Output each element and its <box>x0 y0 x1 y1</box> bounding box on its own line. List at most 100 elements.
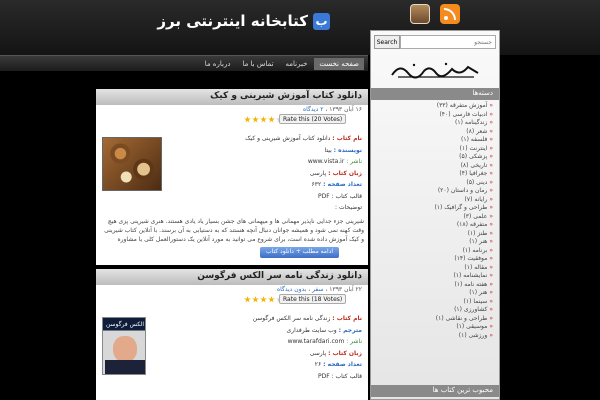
star-icon[interactable] <box>260 296 267 303</box>
book-cover-image[interactable] <box>102 137 162 191</box>
field-label: نویسنده : <box>333 146 362 154</box>
category-item[interactable]: تاریخی (۸) <box>371 162 499 171</box>
field-label: نام کتاب : <box>332 315 362 322</box>
nav-about[interactable]: درباره ما <box>200 58 236 70</box>
category-item[interactable]: فلسفه (۱) <box>371 136 499 145</box>
search-form: Search <box>371 35 499 49</box>
field-value: زندگی نامه سر الکس فرگوسن <box>252 315 331 322</box>
field-value: www.tarafdari.com <box>287 338 345 345</box>
category-item[interactable]: رمان و داستان (۲۰) <box>371 187 499 196</box>
book-cover-image[interactable]: الکس فرگوسن <box>102 317 146 375</box>
logo-badge-icon: ب <box>313 12 330 30</box>
site-title: کتابخانه اینترنتی برز <box>157 12 308 30</box>
category-item[interactable]: برنامه (۱) <box>371 247 499 256</box>
field-value: ۲۶ <box>314 361 322 368</box>
field-value: وب سایت طرفداری <box>286 326 337 334</box>
post-description: شیرینی جزء جدایی ناپذیر مهمانی ها و میهم… <box>104 218 364 243</box>
star-icon[interactable] <box>268 296 275 303</box>
star-icon[interactable] <box>244 116 251 123</box>
star-icon[interactable] <box>244 296 251 303</box>
category-item[interactable]: دینی (۵) <box>371 179 499 188</box>
category-item[interactable]: طنز (۱) <box>371 230 499 239</box>
field-label: ناشر : <box>346 158 362 165</box>
field-value: دانلود کتاب آموزش شیرینی و کیک <box>245 135 331 142</box>
nav-contact[interactable]: تماس با ما <box>237 58 278 70</box>
field-value: پارسی <box>309 349 327 357</box>
post-meta: ۲۲ آبان ۱۳۹۳ ، سفر ، بدون دیدگاه <box>277 286 362 293</box>
category-item[interactable]: کشاورزی (۱) <box>371 306 499 315</box>
field-value: PDF <box>317 372 330 380</box>
rate-button[interactable]: Rate this (18 Votes) <box>279 294 347 304</box>
categories-list: آموزش متفرقه (۳۳)ادبیات فارسی (۴۰)زندگین… <box>371 102 499 340</box>
category-item[interactable]: سینما (۱) <box>371 298 499 307</box>
rating-row: Rate this (18 Votes) <box>96 294 368 305</box>
star-icon[interactable] <box>268 116 275 123</box>
post-title[interactable]: دانلود زندگی نامه سر الکس فرگوسن <box>96 269 368 285</box>
post-title[interactable]: دانلود کتاب آموزش شیرینی و کیک <box>96 89 368 105</box>
sidebar: Search دسته‌ها آموزش متفرقه (۳۳)ادبیات ف… <box>370 30 500 400</box>
category-item[interactable]: طراحی و نقاشی (۱) <box>371 315 499 324</box>
category-item[interactable]: شعر (۸) <box>371 128 499 137</box>
category-item[interactable]: طراحی و گرافیک (۱) <box>371 204 499 213</box>
portrait-face <box>113 336 137 362</box>
site-logo[interactable]: ب کتابخانه اینترنتی برز <box>157 12 330 30</box>
category-item[interactable]: پزشکی (۵) <box>371 153 499 162</box>
field-value: ۶۳۲ <box>311 181 322 188</box>
rss-icon[interactable] <box>440 4 460 24</box>
category-item[interactable]: رایانه (۷) <box>371 196 499 205</box>
category-item[interactable]: مقاله (۱) <box>371 264 499 273</box>
field-label: ناشر : <box>346 338 362 345</box>
category-item[interactable]: هفته نامه (۱) <box>371 281 499 290</box>
post-comments-link[interactable]: ۲ دیدگاه <box>303 106 323 113</box>
category-item[interactable]: هنر (۱) <box>371 289 499 298</box>
field-label: نام کتاب : <box>332 135 362 142</box>
rate-button[interactable]: Rate this (20 Votes) <box>279 114 347 124</box>
field-label: قالب کتاب : <box>331 192 362 200</box>
nav-home[interactable]: صفحه نخست <box>314 58 364 70</box>
cover-title: الکس فرگوسن <box>105 321 145 328</box>
book-info: نام کتاب : دانلود کتاب آموزش شیرینی و کی… <box>192 133 362 214</box>
category-item[interactable]: ورزشی (۱) <box>371 332 499 341</box>
nav-newsletter[interactable]: خبرنامه <box>281 58 313 70</box>
main-content: دانلود کتاب آموزش شیرینی و کیک ۱۶ آبان ۱… <box>96 85 368 400</box>
field-label: مترجم : <box>338 326 362 334</box>
field-value: بیتا <box>324 146 332 154</box>
read-more-button[interactable]: ادامه مطلب + دانلود کتاب <box>260 247 340 258</box>
category-item[interactable]: نمایشنامه (۱) <box>371 272 499 281</box>
instagram-icon[interactable] <box>410 4 430 24</box>
category-item[interactable]: اینترنت (۱) <box>371 145 499 154</box>
field-label: زبان کتاب : <box>328 349 362 357</box>
category-item[interactable]: موفقیت (۱۴) <box>371 255 499 264</box>
field-label: تعداد صفحه : <box>323 361 362 368</box>
calligraphy-image <box>391 62 479 79</box>
rating-stars[interactable] <box>244 296 283 303</box>
star-icon[interactable] <box>252 116 259 123</box>
category-item[interactable]: زندگینامه (۱) <box>371 119 499 128</box>
category-item[interactable]: ادبیات فارسی (۴۰) <box>371 111 499 120</box>
star-icon[interactable] <box>252 296 259 303</box>
category-item[interactable]: آموزش متفرقه (۳۳) <box>371 102 499 111</box>
site-header: ب کتابخانه اینترنتی برز <box>0 0 600 55</box>
category-item[interactable]: علمی (۳) <box>371 213 499 222</box>
post-tag-link[interactable]: سفر <box>312 286 323 293</box>
star-icon[interactable] <box>260 116 267 123</box>
field-value: PDF <box>317 192 330 200</box>
category-item[interactable]: هنر (۱) <box>371 238 499 247</box>
post-meta: ۱۶ آبان ۱۳۹۳ ، ۲ دیدگاه <box>303 106 362 113</box>
popular-widget-title: محبوب ترین کتاب ها <box>371 385 499 397</box>
field-value: www.vista.ir <box>307 158 345 165</box>
category-item[interactable]: موسیقی (۱) <box>371 323 499 332</box>
field-label: قالب کتاب : <box>331 372 362 380</box>
field-label: توضیحات : <box>335 204 362 211</box>
field-label: تعداد صفحه : <box>323 181 362 188</box>
search-input[interactable] <box>400 35 496 49</box>
portrait-suit <box>105 360 145 374</box>
rating-row: Rate this (20 Votes) <box>96 114 368 125</box>
post-date: ۱۶ آبان ۱۳۹۳ <box>329 106 362 113</box>
category-item[interactable]: متفرقه (۱۸) <box>371 221 499 230</box>
rating-stars[interactable] <box>244 116 283 123</box>
search-button[interactable]: Search <box>374 35 400 49</box>
post-comments-link[interactable]: بدون دیدگاه <box>277 286 306 293</box>
category-item[interactable]: جغرافیا (۴) <box>371 170 499 179</box>
basmala-calligraphy <box>373 55 497 85</box>
